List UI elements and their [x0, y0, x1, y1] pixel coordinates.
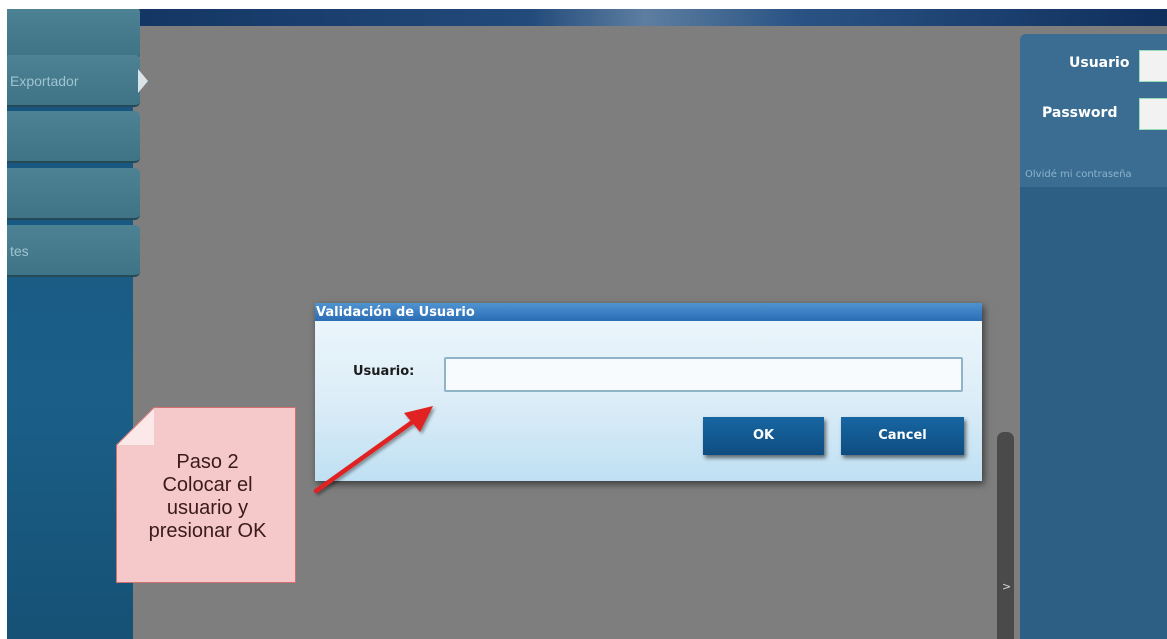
red-pointer-arrow-icon — [313, 406, 433, 494]
